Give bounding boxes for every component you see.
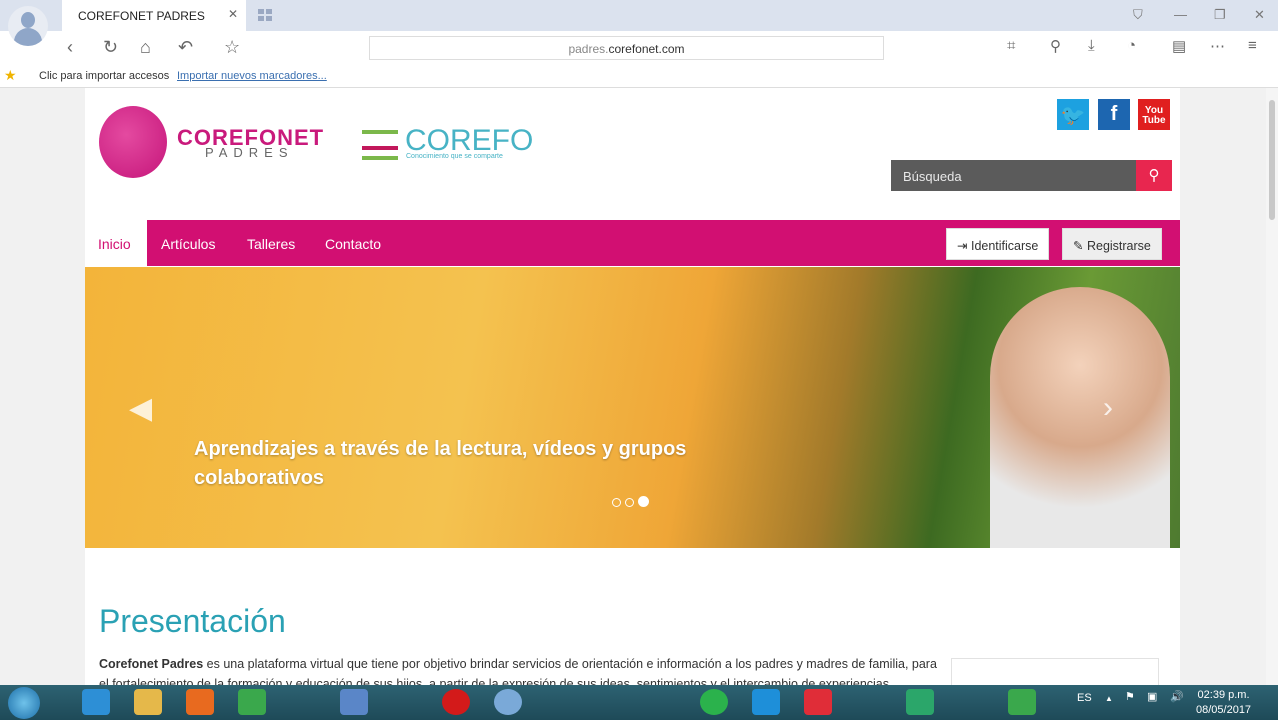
hero-carousel: ◀ › Aprendizajes a través de la lectura,…: [85, 267, 1180, 548]
flag-icon[interactable]: ⚑: [1125, 690, 1135, 703]
nav-talleres[interactable]: Talleres: [247, 220, 295, 266]
youtube-icon[interactable]: You Tube: [1138, 99, 1170, 130]
register-button[interactable]: ✎ Registrarse: [1062, 228, 1162, 260]
explorer-icon[interactable]: [134, 689, 162, 715]
close-window-icon[interactable]: ✕: [1254, 7, 1265, 23]
taskbar: ES ▲ ⚑ ▣ 🔊 02:39 p.m. 08/05/2017: [0, 685, 1278, 720]
nav-contacto[interactable]: Contacto: [325, 220, 381, 266]
undo-icon[interactable]: ↶: [178, 37, 193, 58]
site-container: COREFONET PADRES COREFO Conocimiento que…: [85, 88, 1180, 685]
network-icon[interactable]: ▣: [1147, 690, 1157, 703]
app-icon[interactable]: [906, 689, 934, 715]
ie-icon[interactable]: [82, 689, 110, 715]
app-icon[interactable]: [1008, 689, 1036, 715]
login-icon: ⇥: [957, 239, 968, 253]
logo-subtitle: PADRES: [205, 145, 294, 160]
web-page: COREFONET PADRES COREFO Conocimiento que…: [0, 88, 1266, 685]
extensions-icon[interactable]: ▤: [1172, 37, 1186, 55]
import-hint: Clic para importar accesos: [39, 70, 170, 82]
url-domain: corefonet.com: [608, 42, 685, 56]
slide-dot[interactable]: [612, 498, 621, 507]
system-clock[interactable]: 02:39 p.m. 08/05/2017: [1196, 688, 1251, 718]
import-bookmarks-link[interactable]: Importar nuevos marcadores...: [177, 70, 327, 82]
register-label: Registrarse: [1086, 239, 1151, 253]
screenshot-icon[interactable]: ⌗: [1007, 37, 1015, 54]
tab-title: COREFONET PADRES: [78, 9, 205, 23]
safari-icon[interactable]: [494, 689, 522, 715]
browser-tab[interactable]: COREFONET PADRES ✕: [62, 0, 246, 31]
main-nav: Inicio Artículos Talleres Contacto ⇥ Ide…: [85, 220, 1180, 266]
profile-avatar-icon[interactable]: [8, 6, 48, 46]
address-bar[interactable]: padres.corefonet.com: [369, 36, 884, 60]
app-icon[interactable]: [340, 689, 368, 715]
menu-icon[interactable]: ≡: [1248, 37, 1257, 54]
close-tab-icon[interactable]: ✕: [228, 7, 238, 21]
intro-paragraph: Corefonet Padres es una plataforma virtu…: [99, 654, 945, 685]
chrome-icon[interactable]: [238, 689, 266, 715]
reload-icon[interactable]: ↻: [103, 37, 118, 58]
history-icon[interactable]: ◔: [1127, 37, 1136, 54]
volume-icon[interactable]: 🔊: [1170, 690, 1184, 703]
download-icon[interactable]: ⤓: [1088, 37, 1095, 54]
partner-tagline: Conocimiento que se comparte: [406, 153, 503, 160]
bookmarks-bar: ★ Clic para importar accesos Importar nu…: [0, 64, 1278, 88]
section-title: Presentación: [99, 603, 286, 639]
home-icon[interactable]: ⌂: [140, 37, 151, 58]
vivaldi-icon[interactable]: [804, 689, 832, 715]
clock-date: 08/05/2017: [1196, 704, 1252, 716]
tray-expand-icon[interactable]: ▲: [1105, 694, 1113, 703]
opera-icon[interactable]: [442, 689, 470, 715]
maxthon-icon[interactable]: [752, 689, 780, 715]
search-icon[interactable]: ⚲: [1050, 37, 1061, 55]
next-slide-icon[interactable]: ›: [1103, 391, 1113, 425]
intro-bold: Corefonet Padres: [99, 657, 204, 671]
language-indicator[interactable]: ES: [1077, 692, 1092, 704]
url-subdomain: padres.: [568, 42, 609, 56]
intro-text: es una plataforma virtual que tiene por …: [99, 657, 937, 685]
browser-tab-bar: COREFONET PADRES ✕ ⛉ — ❐ ✕: [0, 0, 1278, 46]
bookmark-star-icon: ★: [4, 67, 17, 83]
scrollbar[interactable]: [1266, 88, 1278, 685]
minimize-icon[interactable]: —: [1174, 7, 1187, 22]
slide-caption: Aprendizajes a través de la lectura, víd…: [194, 438, 687, 489]
side-image: [951, 658, 1159, 685]
app-icon[interactable]: [700, 689, 728, 715]
prev-slide-icon[interactable]: ◀: [129, 391, 152, 426]
slide-image: [990, 287, 1170, 548]
twitter-icon[interactable]: 🐦: [1057, 99, 1089, 130]
edit-icon: ✎: [1073, 239, 1084, 253]
books-logo-icon: [362, 130, 398, 160]
start-button-icon[interactable]: [8, 687, 40, 719]
facebook-icon[interactable]: f: [1098, 99, 1130, 130]
nav-inicio[interactable]: Inicio: [85, 220, 147, 266]
search-input[interactable]: Búsqueda: [891, 160, 1136, 191]
firefox-icon[interactable]: [186, 689, 214, 715]
pin-icon[interactable]: ⛉: [1133, 7, 1143, 23]
favorite-star-icon[interactable]: ☆: [224, 37, 240, 58]
login-label: Identificarse: [970, 239, 1039, 253]
back-icon[interactable]: ‹: [67, 37, 73, 58]
browser-toolbar: ‹ ↻ ⌂ ↶ ☆ padres.corefonet.com ⌗ ⚲ ⤓ ◔ ▤…: [0, 31, 1278, 64]
corefonet-logo-icon[interactable]: [99, 106, 167, 178]
scrollbar-thumb[interactable]: [1269, 100, 1275, 220]
nav-articulos[interactable]: Artículos: [161, 220, 215, 266]
slide-dot[interactable]: [625, 498, 634, 507]
search-button[interactable]: ⚲: [1136, 160, 1172, 191]
clock-time: 02:39 p.m.: [1197, 689, 1250, 701]
slide-dot-active[interactable]: [638, 496, 649, 507]
tab-grid-icon[interactable]: [258, 9, 272, 21]
carousel-indicators: [612, 495, 653, 510]
restore-icon[interactable]: ❐: [1214, 7, 1226, 23]
login-button[interactable]: ⇥ Identificarse: [946, 228, 1050, 260]
more-icon[interactable]: ⋯: [1210, 37, 1225, 55]
